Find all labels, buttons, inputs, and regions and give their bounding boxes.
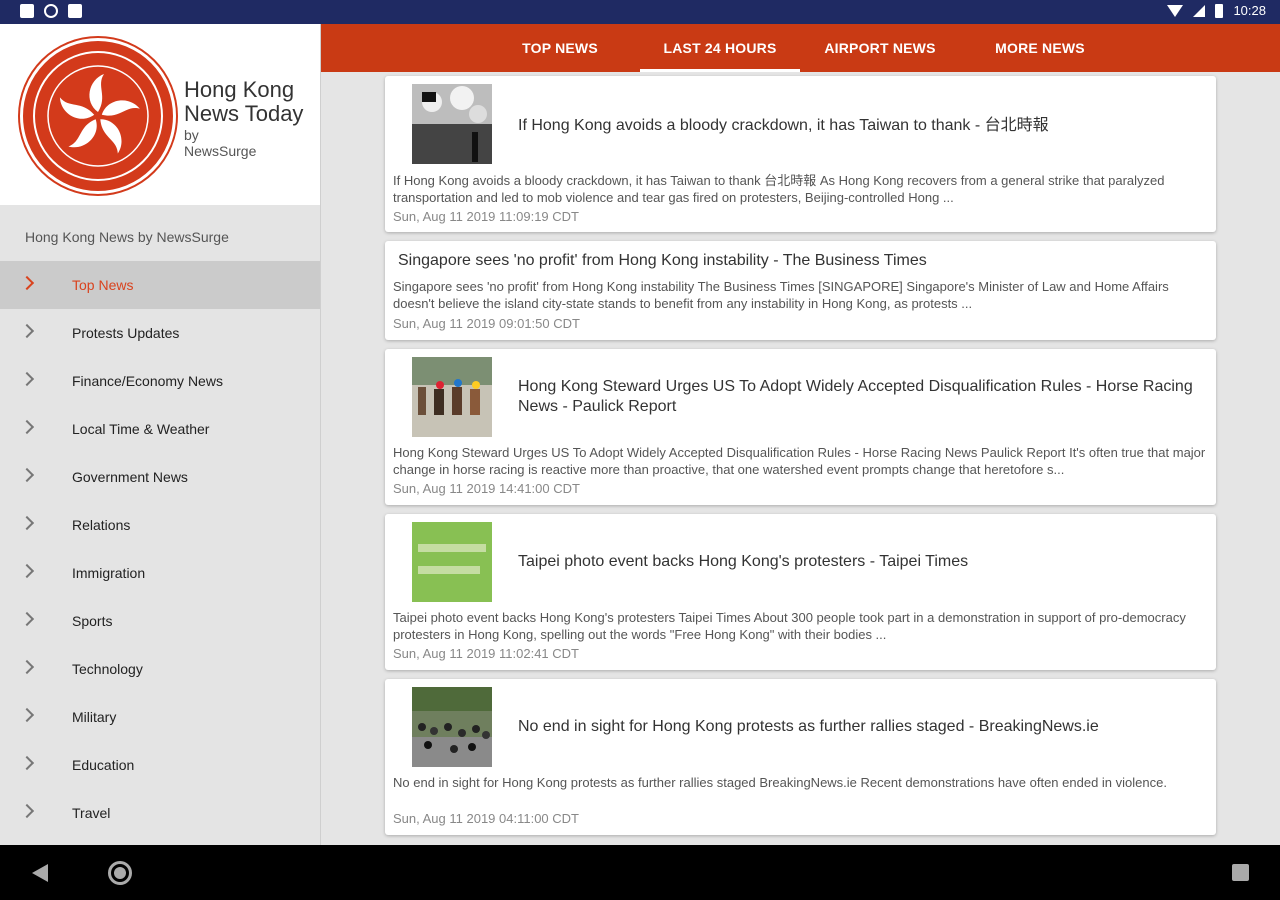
chevron-right-icon [19, 371, 35, 387]
tab-airport-news[interactable]: AIRPORT NEWS [800, 24, 960, 72]
system-navigation-bar [0, 845, 1280, 900]
navigation-drawer: Hong Kong News Today by NewsSurge Hong K… [0, 24, 321, 845]
sidebar-item-label: Military [72, 709, 117, 725]
sd-card-icon [68, 4, 82, 18]
sidebar-item-label: Technology [72, 661, 143, 677]
chevron-right-icon [19, 707, 35, 723]
news-thumbnail [412, 522, 492, 602]
news-description: If Hong Kong avoids a bloody crackdown, … [393, 173, 1165, 205]
drawer-header: Hong Kong News Today by NewsSurge [0, 24, 320, 205]
chevron-right-icon [19, 467, 35, 483]
news-date: Sun, Aug 11 2019 11:09:19 CDT [393, 209, 579, 224]
news-card[interactable]: Taipei photo event backs Hong Kong's pro… [385, 514, 1216, 670]
sidebar-item-top-news[interactable]: Top News [0, 261, 320, 309]
drawer-subtitle: Hong Kong News by NewsSurge [25, 229, 229, 245]
news-thumbnail [412, 84, 492, 164]
chevron-right-icon [19, 515, 35, 531]
news-title: No end in sight for Hong Kong protests a… [518, 718, 1099, 735]
chevron-right-icon [19, 275, 35, 291]
chevron-right-icon [19, 563, 35, 579]
signal-icon [1193, 4, 1206, 17]
sync-icon [44, 4, 58, 18]
home-icon[interactable] [108, 861, 132, 885]
wifi-icon [1167, 4, 1184, 17]
news-card[interactable]: Singapore sees 'no profit' from Hong Kon… [385, 241, 1216, 340]
app-title: Hong Kong News Today [184, 77, 304, 126]
sidebar-item-label: Top News [72, 277, 134, 293]
tab-more-news[interactable]: MORE NEWS [960, 24, 1120, 72]
sidebar-item-label: Local Time & Weather [72, 421, 210, 437]
battery-icon [1215, 3, 1224, 18]
sidebar-item-label: Finance/Economy News [72, 373, 223, 389]
chevron-right-icon [19, 659, 35, 675]
sidebar-item-label: Protests Updates [72, 325, 180, 341]
notification-icon [20, 4, 34, 18]
news-date: Sun, Aug 11 2019 09:01:50 CDT [393, 316, 580, 331]
tab-top-news[interactable]: TOP NEWS [480, 24, 640, 72]
sidebar-item-sports[interactable]: Sports [0, 597, 320, 645]
news-title: Singapore sees 'no profit' from Hong Kon… [398, 252, 927, 269]
news-title: If Hong Kong avoids a bloody crackdown, … [518, 117, 1049, 134]
sidebar-item-government-news[interactable]: Government News [0, 453, 320, 501]
news-title: Taipei photo event backs Hong Kong's pro… [518, 553, 969, 570]
sidebar-item-relations[interactable]: Relations [0, 501, 320, 549]
chevron-right-icon [19, 755, 35, 771]
news-description: Taipei photo event backs Hong Kong's pro… [393, 610, 1186, 642]
sidebar-item-immigration[interactable]: Immigration [0, 549, 320, 597]
sidebar-item-education[interactable]: Education [0, 741, 320, 789]
sidebar-item-label: Sports [72, 613, 113, 629]
sidebar-item-label: Travel [72, 805, 111, 821]
news-card[interactable]: No end in sight for Hong Kong protests a… [385, 679, 1216, 835]
sidebar-item-travel[interactable]: Travel [0, 789, 320, 837]
news-description: No end in sight for Hong Kong protests a… [393, 775, 1167, 790]
news-date: Sun, Aug 11 2019 11:02:41 CDT [393, 646, 579, 661]
sidebar-item-technology[interactable]: Technology [0, 645, 320, 693]
sidebar-item-protests-updates[interactable]: Protests Updates [0, 309, 320, 357]
app-author: by NewsSurge [184, 127, 257, 159]
clock: 10:28 [1233, 3, 1266, 18]
sidebar-item-label: Government News [72, 469, 188, 485]
news-description: Singapore sees 'no profit' from Hong Kon… [393, 279, 1169, 311]
chevron-right-icon [19, 323, 35, 339]
tab-last-24-hours[interactable]: LAST 24 HOURS [640, 24, 800, 72]
news-card[interactable]: If Hong Kong avoids a bloody crackdown, … [385, 76, 1216, 232]
sidebar-item-local-time-weather[interactable]: Local Time & Weather [0, 405, 320, 453]
news-thumbnail [412, 687, 492, 767]
hong-kong-emblem-logo [20, 38, 176, 194]
sidebar-item-label: Relations [72, 517, 131, 533]
sidebar-item-label: Immigration [72, 565, 146, 581]
tab-bar: TOP NEWS LAST 24 HOURS AIRPORT NEWS MORE… [321, 24, 1280, 72]
news-title: Hong Kong Steward Urges US To Adopt Wide… [518, 378, 1193, 415]
news-description: Hong Kong Steward Urges US To Adopt Wide… [393, 445, 1206, 477]
chevron-right-icon [19, 419, 35, 435]
sidebar-item-label: Education [72, 757, 135, 773]
chevron-right-icon [19, 803, 35, 819]
chevron-right-icon [19, 611, 35, 627]
sidebar-item-finance-economy[interactable]: Finance/Economy News [0, 357, 320, 405]
news-list: If Hong Kong avoids a bloody crackdown, … [321, 72, 1280, 845]
news-card[interactable]: Hong Kong Steward Urges US To Adopt Wide… [385, 349, 1216, 505]
back-icon[interactable] [32, 864, 48, 882]
status-bar: 10:28 [0, 0, 1280, 24]
sidebar-item-military[interactable]: Military [0, 693, 320, 741]
news-thumbnail [412, 357, 492, 437]
news-date: Sun, Aug 11 2019 04:11:00 CDT [393, 811, 579, 826]
news-date: Sun, Aug 11 2019 14:41:00 CDT [393, 481, 580, 496]
recent-apps-icon[interactable] [1232, 864, 1249, 881]
